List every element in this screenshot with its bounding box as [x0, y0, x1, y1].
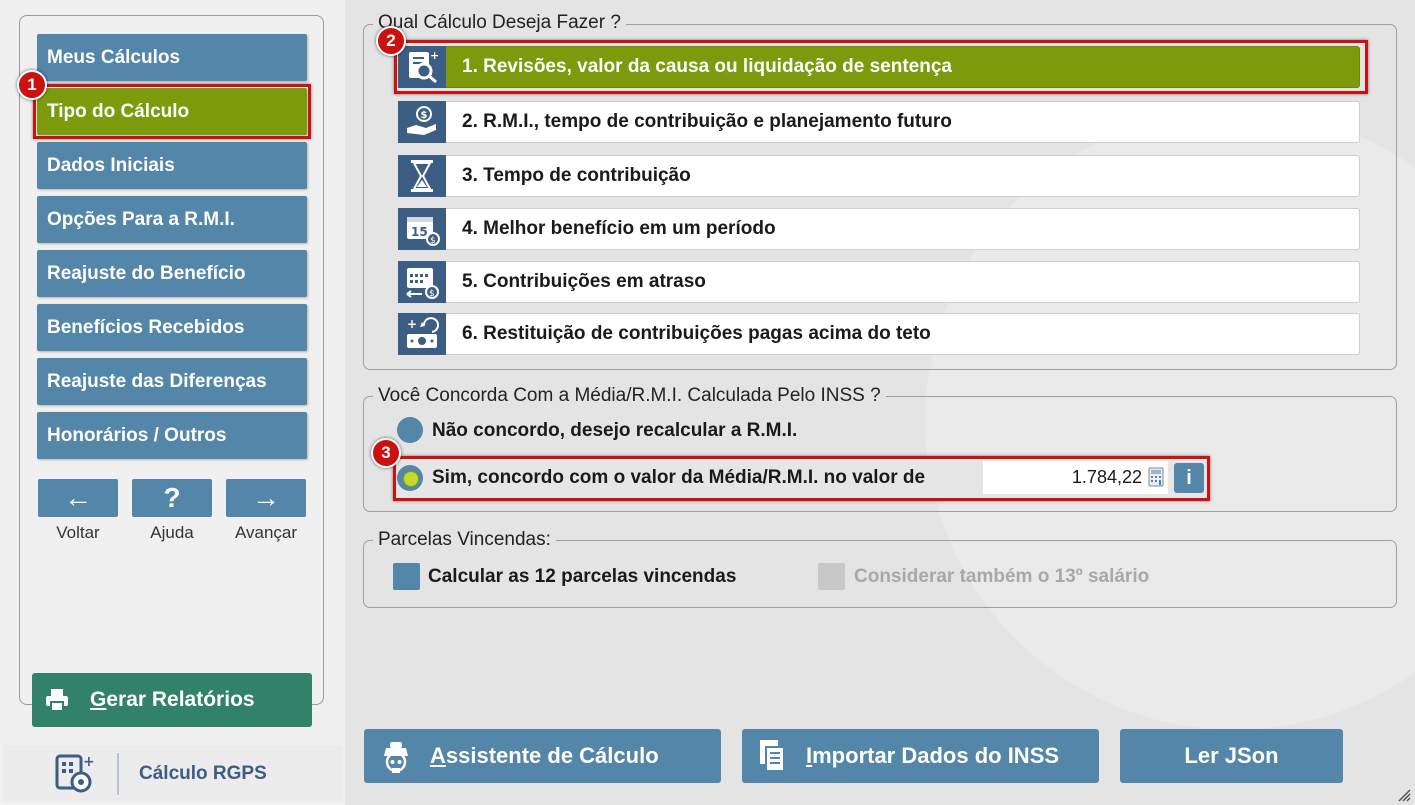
arrow-left-icon: ← — [64, 482, 92, 513]
read-json-button[interactable]: Ler JSon — [1120, 729, 1343, 783]
step-badge-2: 2 — [376, 26, 406, 56]
svg-text:15: 15 — [411, 225, 428, 239]
help-label: Ajuda — [150, 523, 194, 542]
sidebar-item-dados-iniciais[interactable]: Dados Iniciais — [37, 142, 307, 189]
hand-money-icon: $ — [398, 101, 446, 143]
assistant-button[interactable]: Assistente de Cálculo — [364, 729, 721, 783]
calc-option-5[interactable]: $ 5. Contribuições em atraso — [398, 261, 1360, 303]
radio-agree[interactable] — [397, 465, 423, 491]
calculator-logo-icon: + — [53, 752, 99, 796]
calc-option-3[interactable]: 3. Tempo de contribuição — [398, 155, 1360, 197]
back-button[interactable]: ← — [38, 479, 118, 517]
next-button[interactable]: → — [226, 479, 306, 517]
generate-reports-button[interactable]: Gerar Relatórios — [32, 673, 312, 727]
calc-type-group-title: Qual Cálculo Deseja Fazer ? — [373, 12, 626, 34]
logo-text: Cálculo RGPS — [139, 762, 267, 784]
svg-text:$: $ — [430, 236, 436, 246]
calc-option-6[interactable]: + 6. Restituição de contribuições pagas … — [398, 313, 1360, 355]
svg-text:$: $ — [429, 289, 435, 299]
calendar-money-icon: $ — [398, 261, 446, 303]
calculator-icon[interactable] — [1148, 467, 1164, 487]
calendar-15-icon: 15 $ — [398, 208, 446, 250]
calc-option-4[interactable]: 15 $ 4. Melhor benefício em um período — [398, 208, 1360, 250]
info-button[interactable]: i — [1174, 463, 1204, 493]
calc-option-2[interactable]: $ 2. R.M.I., tempo de contribuição e pla… — [398, 101, 1360, 143]
robot-icon — [378, 738, 414, 774]
sidebar-item-opcoes-rmi[interactable]: Opções Para a R.M.I. — [37, 196, 307, 243]
radio-agree-label: Sim, concordo com o valor da Média/R.M.I… — [432, 467, 926, 488]
radio-disagree[interactable] — [397, 417, 423, 443]
radio-disagree-label: Não concordo, desejo recalcular a R.M.I. — [432, 420, 798, 441]
svg-text:+: + — [430, 49, 439, 62]
help-button[interactable]: ? — [132, 479, 212, 517]
sidebar-item-beneficios-recebidos[interactable]: Benefícios Recebidos — [37, 304, 307, 351]
sidebar-item-reajuste-beneficio[interactable]: Reajuste do Benefício — [37, 250, 307, 297]
document-search-icon: + — [398, 46, 446, 88]
step-badge-3: 3 — [371, 438, 401, 468]
svg-text:+: + — [407, 317, 417, 331]
checkbox-calc12-label: Calcular as 12 parcelas vincendas — [428, 566, 737, 587]
checkbox-consider13-label: Considerar também o 13º salário — [854, 566, 1150, 587]
info-icon: i — [1186, 466, 1192, 489]
arrow-right-icon: → — [252, 482, 280, 513]
svg-text:$: $ — [421, 110, 428, 121]
sidebar-item-tipo-do-calculo[interactable]: Tipo do Cálculo — [37, 88, 307, 135]
resize-grip-icon[interactable] — [1395, 786, 1411, 802]
logo-divider — [117, 752, 119, 795]
step-badge-1: 1 — [17, 70, 47, 100]
checkbox-calc12[interactable] — [393, 563, 420, 590]
back-label: Voltar — [56, 523, 100, 542]
cash-return-icon: + — [398, 313, 446, 355]
documents-icon — [756, 738, 788, 774]
rmi-value-input[interactable]: 1.784,22 — [983, 461, 1168, 494]
rmi-group-title: Você Concorda Com a Média/R.M.I. Calcula… — [373, 385, 886, 407]
sidebar-item-meus-calculos[interactable]: Meus Cálculos — [37, 34, 307, 81]
hourglass-icon — [398, 155, 446, 197]
left-panel: Meus Cálculos Tipo do Cálculo 1 Dados In… — [0, 0, 345, 805]
sidebar-item-honorarios[interactable]: Honorários / Outros — [37, 412, 307, 459]
printer-icon — [44, 687, 70, 713]
svg-text:+: + — [83, 754, 95, 770]
import-inss-button[interactable]: Importar Dados do INSS — [742, 729, 1099, 783]
parcelas-group-title: Parcelas Vincendas: — [373, 529, 556, 551]
question-icon: ? — [163, 482, 181, 513]
next-label: Avançar — [234, 523, 298, 542]
calc-option-1[interactable]: + 1. Revisões, valor da causa ou liquida… — [398, 46, 1360, 88]
sidebar-item-reajuste-diferencas[interactable]: Reajuste das Diferenças — [37, 358, 307, 405]
logo-bar: + Cálculo RGPS — [3, 745, 343, 802]
checkbox-consider13[interactable] — [818, 563, 845, 590]
